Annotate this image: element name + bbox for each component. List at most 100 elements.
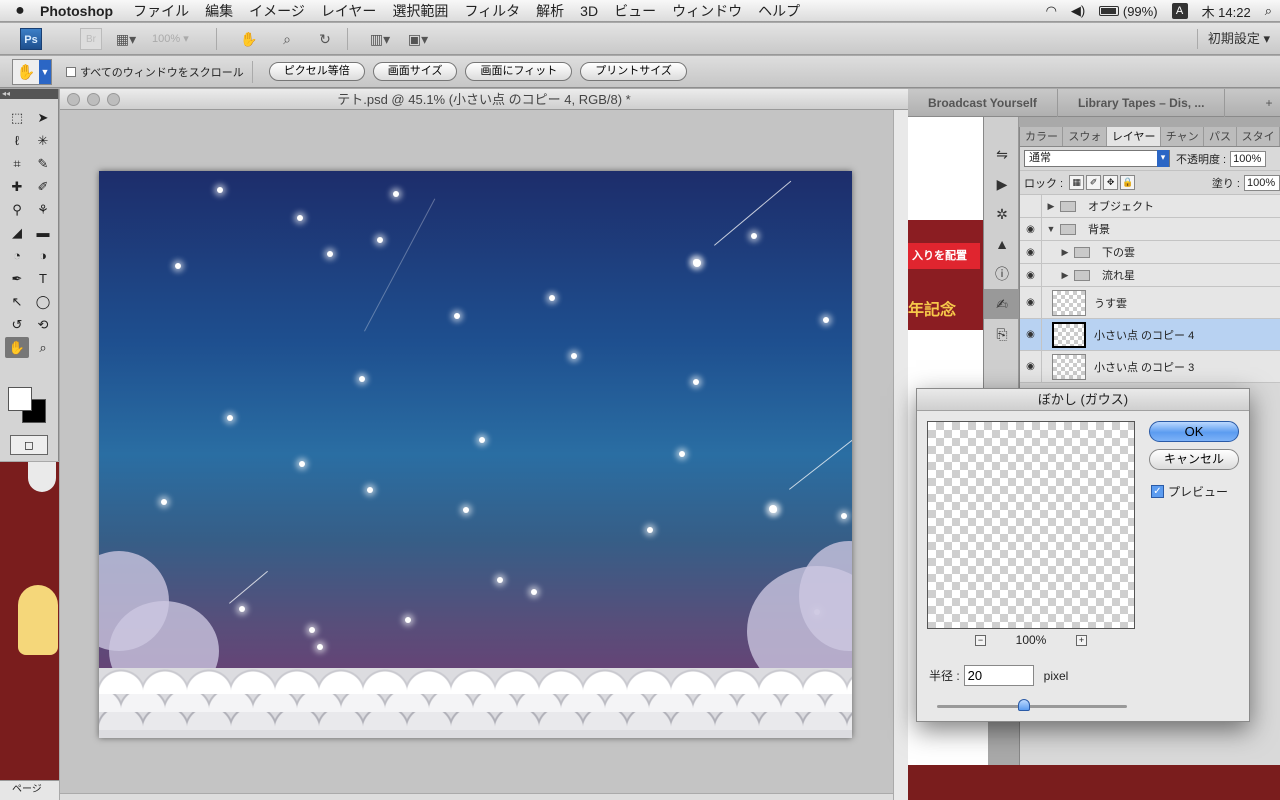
expand-triangle-icon[interactable]: ▶ <box>1042 201 1060 212</box>
spotlight-search-icon[interactable]: ⌕ <box>1265 3 1272 19</box>
lock-position-icon[interactable]: ✥ <box>1103 175 1119 190</box>
close-window-button[interactable] <box>67 93 80 106</box>
fit-screen-button[interactable]: 画面サイズ <box>372 62 458 81</box>
info-panel-icon[interactable]: ⓘ <box>984 259 1020 289</box>
bridge-launch-button[interactable]: Br <box>80 27 102 50</box>
actions-panel-icon[interactable]: ▶ <box>984 169 1020 199</box>
clock[interactable]: 木 14:22 <box>1202 2 1251 21</box>
eyedropper-tool-icon[interactable]: ✎ <box>31 153 55 174</box>
healing-brush-tool-icon[interactable]: ✚ <box>5 176 29 197</box>
tab-layers[interactable]: レイヤー <box>1106 127 1161 146</box>
zoom-tool-icon[interactable]: ⌕ <box>273 28 301 50</box>
layer-row[interactable]: ◉ ▶ 下の雲 <box>1020 241 1280 264</box>
menu-help[interactable]: ヘルプ <box>758 1 800 21</box>
horizontal-scrollbar[interactable] <box>60 793 893 800</box>
print-size-button[interactable]: プリントサイズ <box>580 62 687 81</box>
gradient-tool-icon[interactable]: ▬ <box>31 222 55 243</box>
menu-view[interactable]: ビュー <box>614 1 656 21</box>
menu-layer[interactable]: レイヤー <box>321 1 377 21</box>
input-method-icon[interactable]: A <box>1171 3 1188 19</box>
image-canvas[interactable] <box>99 171 852 738</box>
menu-file[interactable]: ファイル <box>133 1 189 21</box>
screen-mode-icon[interactable]: ▦▾ <box>112 28 140 50</box>
3d-rotate-tool-icon[interactable]: ↺ <box>5 314 29 335</box>
tab-paths[interactable]: パス <box>1204 127 1237 146</box>
tab-swatches[interactable]: スウォ <box>1063 127 1107 146</box>
ok-button[interactable]: OK <box>1149 421 1239 442</box>
cancel-button[interactable]: キャンセル <box>1149 449 1239 470</box>
volume-icon[interactable]: ◀) <box>1071 3 1085 19</box>
layer-row[interactable]: ▶ オブジェクト <box>1020 195 1280 218</box>
lasso-tool-icon[interactable]: ℓ <box>5 130 29 151</box>
tab-channels[interactable]: チャン <box>1161 127 1204 146</box>
radius-slider[interactable] <box>937 699 1127 711</box>
zoom-out-button[interactable]: − <box>975 634 986 646</box>
foreground-color-swatch[interactable] <box>8 387 32 411</box>
navigator-panel-icon[interactable]: ✲ <box>984 199 1020 229</box>
wifi-icon[interactable]: ◠ <box>1046 3 1057 19</box>
blend-mode-select[interactable]: 通常 <box>1024 150 1170 167</box>
menu-window[interactable]: ウィンドウ <box>672 1 742 21</box>
arrange-documents-icon[interactable]: ▥▾ <box>366 28 394 50</box>
clone-stamp-tool-icon[interactable]: ⚲ <box>5 199 29 220</box>
dialog-title[interactable]: ぼかし (ガウス) <box>917 389 1249 411</box>
hand-tool-active-icon[interactable]: ✋ <box>5 337 29 358</box>
brush-tool-icon[interactable]: ✐ <box>31 176 55 197</box>
zoom-in-button[interactable]: + <box>1075 634 1087 646</box>
minimize-window-button[interactable] <box>87 93 100 106</box>
eye-icon[interactable]: ◉ <box>1020 264 1042 286</box>
menu-edit[interactable]: 編集 <box>205 1 233 21</box>
menu-filter[interactable]: フィルタ <box>464 1 520 21</box>
rotate-view-icon[interactable]: ↻ <box>311 28 339 50</box>
clone-source-panel-icon[interactable]: ⎘ <box>984 319 1020 349</box>
workspace-switcher[interactable]: 初期設定 ▾ <box>1196 29 1270 49</box>
layer-row[interactable]: ◉ ▼ 背景 <box>1020 218 1280 241</box>
lock-transparency-icon[interactable]: ▦ <box>1069 175 1085 190</box>
expand-triangle-icon[interactable]: ▶ <box>1056 270 1074 281</box>
vertical-scrollbar[interactable] <box>893 110 908 800</box>
zoom-tool-icon[interactable]: ⌕ <box>31 337 55 358</box>
tab-styles[interactable]: スタイ <box>1237 127 1280 146</box>
dodge-tool-icon[interactable]: ◑ <box>31 245 55 266</box>
browser-tab[interactable]: Library Tapes – Dis, ... <box>1058 88 1226 117</box>
menu-select[interactable]: 選択範囲 <box>392 1 448 21</box>
fill-input[interactable]: 100% <box>1244 174 1280 191</box>
lock-all-icon[interactable]: 🔒 <box>1120 175 1136 190</box>
move-tool-icon[interactable]: ➤ <box>31 107 55 128</box>
new-tab-icon[interactable]: + <box>1258 96 1280 110</box>
eye-icon[interactable]: ◉ <box>1020 241 1042 263</box>
fill-screen-button[interactable]: 画面にフィット <box>465 62 573 81</box>
zoom-window-button[interactable] <box>107 93 120 106</box>
eye-icon[interactable]: ◉ <box>1020 287 1042 318</box>
eye-icon[interactable]: ◉ <box>1020 351 1042 382</box>
screen-layout-icon[interactable]: ▣▾ <box>404 28 432 50</box>
hand-tool-icon[interactable]: ✋ <box>235 28 263 50</box>
quick-mask-button[interactable]: ◻ <box>10 435 48 455</box>
3d-orbit-tool-icon[interactable]: ⟲ <box>31 314 55 335</box>
pen-tool-icon[interactable]: ✒ <box>5 268 29 289</box>
tab-color[interactable]: カラー <box>1020 127 1064 146</box>
marquee-tool-icon[interactable]: ⬚ <box>5 107 29 128</box>
menu-app-name[interactable]: Photoshop <box>40 3 113 19</box>
layer-row[interactable]: ◉ うす雲 <box>1020 287 1280 319</box>
shape-tool-icon[interactable]: ◯ <box>31 291 55 312</box>
histogram-panel-icon[interactable]: ▲ <box>984 229 1020 259</box>
scroll-all-windows-checkbox[interactable]: すべてのウィンドウをスクロール <box>66 64 244 80</box>
history-brush-tool-icon[interactable]: ⚘ <box>31 199 55 220</box>
menu-analysis[interactable]: 解析 <box>536 1 564 21</box>
brushes-panel-icon[interactable]: ✍ <box>984 289 1020 319</box>
tools-panel-header[interactable]: ◂◂ <box>0 89 58 99</box>
radius-input[interactable] <box>963 665 1034 686</box>
eraser-tool-icon[interactable]: ◢ <box>5 222 29 243</box>
battery-status[interactable]: (99%) <box>1099 4 1158 19</box>
menu-3d[interactable]: 3D <box>580 3 598 19</box>
crop-tool-icon[interactable]: ⌗ <box>5 153 29 174</box>
menu-image[interactable]: イメージ <box>249 1 305 21</box>
lock-pixels-icon[interactable]: ✐ <box>1086 175 1102 190</box>
actual-pixels-button[interactable]: ピクセル等倍 <box>268 62 365 81</box>
type-tool-icon[interactable]: T <box>31 268 55 289</box>
visibility-off-icon[interactable] <box>1020 195 1042 217</box>
layer-row[interactable]: ◉ ▶ 流れ星 <box>1020 264 1280 287</box>
web-banner-button[interactable]: 入りを配置 <box>908 243 980 269</box>
layer-row[interactable]: ◉ 小さい点 のコピー 3 <box>1020 351 1280 383</box>
